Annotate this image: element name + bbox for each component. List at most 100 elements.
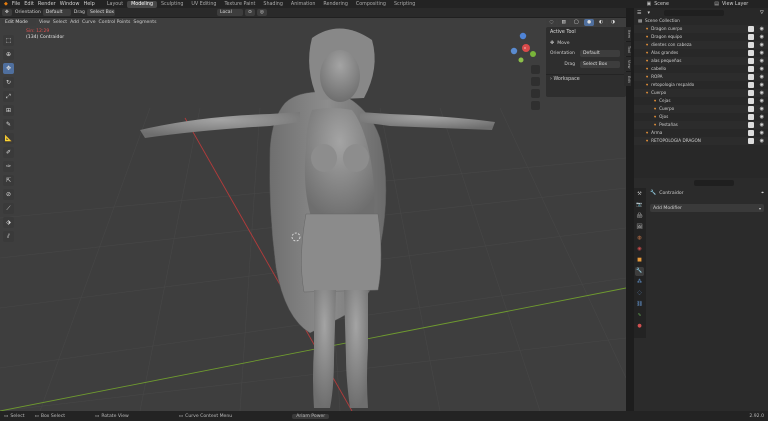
menu-segments[interactable]: Segments <box>133 20 156 25</box>
view-layer-name[interactable]: View Layer <box>722 2 768 7</box>
outliner-row[interactable]: ▾ RETOPOLOGIA DRAGON ◉ <box>634 137 768 145</box>
menu-help[interactable]: Help <box>83 1 94 7</box>
move-tool-icon[interactable]: ✥ <box>2 9 12 16</box>
outliner-row[interactable]: ▾ Dragon cuerpo ◉ <box>634 25 768 33</box>
particles-props-icon[interactable]: ⁂ <box>635 278 644 287</box>
tab-compositing[interactable]: Compositing <box>352 1 390 8</box>
outliner-row[interactable]: ▾ Arma ◉ <box>634 129 768 137</box>
randomize-tool-icon[interactable]: ⬗ <box>3 217 14 228</box>
outliner-row[interactable]: ▾ cabello ◉ <box>634 65 768 73</box>
tab-view[interactable]: View <box>624 57 631 71</box>
outliner-search-field[interactable] <box>664 9 724 16</box>
eye-icon[interactable]: ◉ <box>760 41 764 49</box>
visibility-checkbox[interactable] <box>748 122 754 128</box>
eye-icon[interactable]: ◉ <box>760 33 764 41</box>
menu-file[interactable]: File <box>12 1 20 7</box>
visibility-checkbox[interactable] <box>748 130 754 136</box>
visibility-checkbox[interactable] <box>748 106 754 112</box>
tilt-tool-icon[interactable]: ⟋ <box>3 203 14 214</box>
menu-add[interactable]: Add <box>70 20 79 25</box>
pen-tool-icon[interactable]: ✑ <box>3 161 14 172</box>
viewport-scene[interactable] <box>0 18 626 411</box>
proportional-edit-icon[interactable]: ◎ <box>256 9 267 16</box>
scene-props-icon[interactable]: ◍ <box>635 234 644 243</box>
shear-tool-icon[interactable]: ⫽ <box>3 231 14 242</box>
constraint-props-icon[interactable]: ⛓ <box>635 300 644 309</box>
menu-window[interactable]: Window <box>60 1 80 7</box>
tab-scripting[interactable]: Scripting <box>390 1 419 8</box>
eye-icon[interactable]: ◉ <box>760 97 764 105</box>
head-mesh[interactable] <box>320 50 360 102</box>
eye-icon[interactable]: ◉ <box>760 25 764 33</box>
menu-control-points[interactable]: Control Points <box>99 20 131 25</box>
eye-icon[interactable]: ◉ <box>760 121 764 129</box>
visibility-checkbox[interactable] <box>748 50 754 56</box>
modifier-props-icon[interactable]: 🔧 <box>635 267 644 276</box>
visibility-checkbox[interactable] <box>748 74 754 80</box>
xray-icon[interactable]: ▧ <box>558 19 569 26</box>
tab-tool[interactable]: Tool <box>624 42 631 56</box>
visibility-checkbox[interactable] <box>748 34 754 40</box>
outliner-row[interactable]: ▾ Alas grandes ◉ <box>634 49 768 57</box>
add-modifier-dropdown[interactable]: Add Modifier ▾ <box>650 204 764 212</box>
outliner-row[interactable]: ▾ dientes con cabeza ◉ <box>634 41 768 49</box>
render-shading-icon[interactable]: ◑ <box>607 19 618 26</box>
visibility-checkbox[interactable] <box>748 98 754 104</box>
world-props-icon[interactable]: ◉ <box>635 245 644 254</box>
menu-edit[interactable]: Edit <box>24 1 34 7</box>
menu-render[interactable]: Render <box>38 1 56 7</box>
eye-icon[interactable]: ◉ <box>760 137 764 145</box>
tool-props-icon[interactable]: ⚒ <box>635 190 644 199</box>
right-leg-mesh[interactable] <box>344 290 368 408</box>
skirt-mesh[interactable] <box>301 213 382 293</box>
snap-icon[interactable]: ⊙ <box>244 9 255 16</box>
tab-modeling[interactable]: Modeling <box>127 0 157 8</box>
outliner-row[interactable]: ▾ retopologia respaldo ◉ <box>634 81 768 89</box>
outliner-row[interactable]: ▾ Cejas ◉ <box>634 97 768 105</box>
solid-shading-icon[interactable]: ● <box>583 19 594 26</box>
viewport-nav-buttons[interactable] <box>531 65 540 110</box>
outliner-row[interactable]: ▾ ROPA ◉ <box>634 73 768 81</box>
navigation-gizmo[interactable] <box>510 32 536 63</box>
outliner-row[interactable]: ▾ Cuerpo ◉ <box>634 105 768 113</box>
scene-name[interactable]: Scene <box>654 2 714 7</box>
cursor-tool-icon[interactable]: ⊕ <box>3 49 14 60</box>
material-props-icon[interactable]: ● <box>635 322 644 331</box>
left-leg-mesh[interactable] <box>313 290 336 408</box>
outliner-row[interactable]: ▾ Dragon equipo ◉ <box>634 33 768 41</box>
tab-texture-paint[interactable]: Texture Paint <box>220 1 259 8</box>
outliner-row[interactable]: ▾ Pestañas ◉ <box>634 121 768 129</box>
output-props-icon[interactable]: 🖨 <box>635 212 644 221</box>
drag-dropdown[interactable]: Select Box <box>86 9 115 16</box>
outliner-row[interactable]: ▾ Ojos ◉ <box>634 113 768 121</box>
view-layer-props-icon[interactable]: 🖼 <box>635 223 644 232</box>
object-props-icon[interactable]: ■ <box>635 256 644 265</box>
tab-sculpting[interactable]: Sculpting <box>157 1 187 8</box>
visibility-checkbox[interactable] <box>748 26 754 32</box>
rotate-tool-icon[interactable]: ↻ <box>3 77 14 88</box>
menu-view[interactable]: View <box>39 20 50 25</box>
eye-icon[interactable]: ◉ <box>760 129 764 137</box>
orientation-dropdown[interactable]: Default <box>42 9 71 16</box>
eye-icon[interactable]: ◉ <box>760 65 764 73</box>
blender-logo-icon[interactable]: ◆ <box>4 1 8 7</box>
visibility-checkbox[interactable] <box>748 66 754 72</box>
move-tool-icon[interactable]: ✥ <box>3 63 14 74</box>
render-props-icon[interactable]: 📷 <box>635 201 644 210</box>
transform-orientation-dropdown[interactable]: Local <box>216 9 243 16</box>
eye-icon[interactable]: ◉ <box>760 49 764 57</box>
tab-edit[interactable]: Edit <box>624 72 631 86</box>
tab-rendering[interactable]: Rendering <box>319 1 352 8</box>
orientation-dropdown[interactable]: Default <box>580 50 620 57</box>
eye-icon[interactable]: ◉ <box>760 57 764 65</box>
filter-dropdown-icon[interactable]: ▾ <box>647 10 650 16</box>
properties-search-field[interactable] <box>694 179 734 186</box>
measure-tool-icon[interactable]: 📐 <box>3 133 14 144</box>
3d-viewport[interactable] <box>0 18 626 411</box>
physics-props-icon[interactable]: ◌ <box>635 289 644 298</box>
outliner-row[interactable]: ▾ alas pequeñas ◉ <box>634 57 768 65</box>
draw-tool-icon[interactable]: ✐ <box>3 147 14 158</box>
transform-tool-icon[interactable]: ⊞ <box>3 105 14 116</box>
visibility-checkbox[interactable] <box>748 58 754 64</box>
pin-icon[interactable]: ⌖ <box>761 190 764 196</box>
